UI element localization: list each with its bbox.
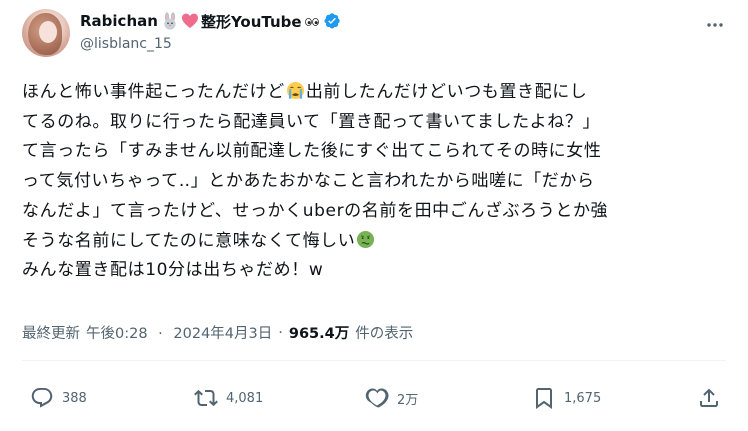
share-button[interactable] [697, 386, 721, 410]
display-name[interactable]: Rabichan [80, 12, 158, 30]
repost-button[interactable]: 4,081 [194, 386, 263, 410]
time: 午後0:28 [86, 326, 148, 342]
bookmark-icon [536, 388, 552, 409]
loudly-crying-face-icon [286, 81, 304, 100]
tweet-line: って気付いちゃって‥」とかあたおかなこと言われたから咄嗟に「だから [22, 171, 595, 192]
eyes-icon [304, 14, 320, 28]
tweet-line-text: そうな名前にしてたのに意味なくて悔しい [22, 230, 356, 251]
views-link[interactable]: 965.4万 件の表示 [289, 322, 413, 343]
bookmark-button[interactable]: 1,675 [532, 386, 601, 410]
tweet-line: ほんと怖い事件起こったんだけど 出前したんだけどいつも置き配にし [22, 78, 728, 108]
tweet-line: そうな名前にしてたのに意味なくて悔しい [22, 227, 728, 257]
share-icon [700, 388, 718, 407]
rabbit-face-icon [161, 12, 179, 30]
separator: · [278, 324, 283, 341]
tweet-line-text: ほんと怖い事件起こったんだけど [22, 82, 285, 102]
nauseated-face-icon [357, 230, 375, 248]
reply-button[interactable]: 388 [30, 386, 87, 410]
tweet-line: みんな置き配は10分は出ちゃだめ！w [22, 260, 324, 281]
date: 2024年4月3日 [173, 326, 273, 342]
display-name-row[interactable]: Rabichan 整形YouTube [80, 10, 341, 32]
action-bar: 388 4,081 2万 1,675 [22, 372, 726, 428]
display-name-suffix[interactable]: 整形YouTube [201, 11, 302, 32]
pink-heart-icon [181, 12, 199, 30]
more-options-icon[interactable] [704, 14, 726, 36]
tweet-text: ほんと怖い事件起こったんだけど 出前したんだけどいつも置き配にし てるのね。取り… [22, 78, 728, 286]
reply-count: 388 [62, 390, 87, 406]
repost-icon [194, 389, 218, 407]
author-info: Rabichan 整形YouTube @lisblanc_15 [80, 10, 341, 52]
tweet-line-text: 出前したんだけどいつも置き配にし [305, 82, 588, 102]
tweet-meta: 最終更新 午後0:28 · 2024年4月3日 · 965.4万 件の表示 [22, 322, 413, 343]
like-button[interactable]: 2万 [365, 386, 418, 410]
tweet-line: なんだよ」て言ったけど、せっかくuberの名前を田中ごんざぶろうとか強 [22, 200, 609, 221]
heart-icon [365, 388, 389, 408]
reply-icon [31, 388, 53, 408]
tweet-card: Rabichan 整形YouTube @lisblanc_15 ほんと怖い事件起… [0, 0, 748, 431]
views-label: 件の表示 [355, 326, 414, 342]
updated-label: 最終更新 [22, 326, 80, 342]
views-count: 965.4万 [288, 326, 350, 342]
repost-count: 4,081 [226, 390, 264, 406]
tweet-line: て言ったら「すみません以前配達した後にすぐ出てこられてその時に女性 [22, 141, 602, 162]
verified-badge-icon[interactable] [323, 12, 341, 30]
tweet-line: てるのね。取りに行ったら配達員いて「置き配って書いてましたよね？」 [22, 111, 601, 132]
timestamp-link[interactable]: 午後0:28 · 2024年4月3日 [86, 322, 272, 343]
user-handle[interactable]: @lisblanc_15 [80, 36, 341, 52]
separator: · [158, 326, 163, 342]
avatar-face [39, 21, 57, 43]
avatar[interactable] [22, 9, 70, 57]
divider [22, 360, 726, 361]
bookmark-count: 1,675 [564, 390, 602, 406]
like-count: 2万 [397, 392, 419, 408]
